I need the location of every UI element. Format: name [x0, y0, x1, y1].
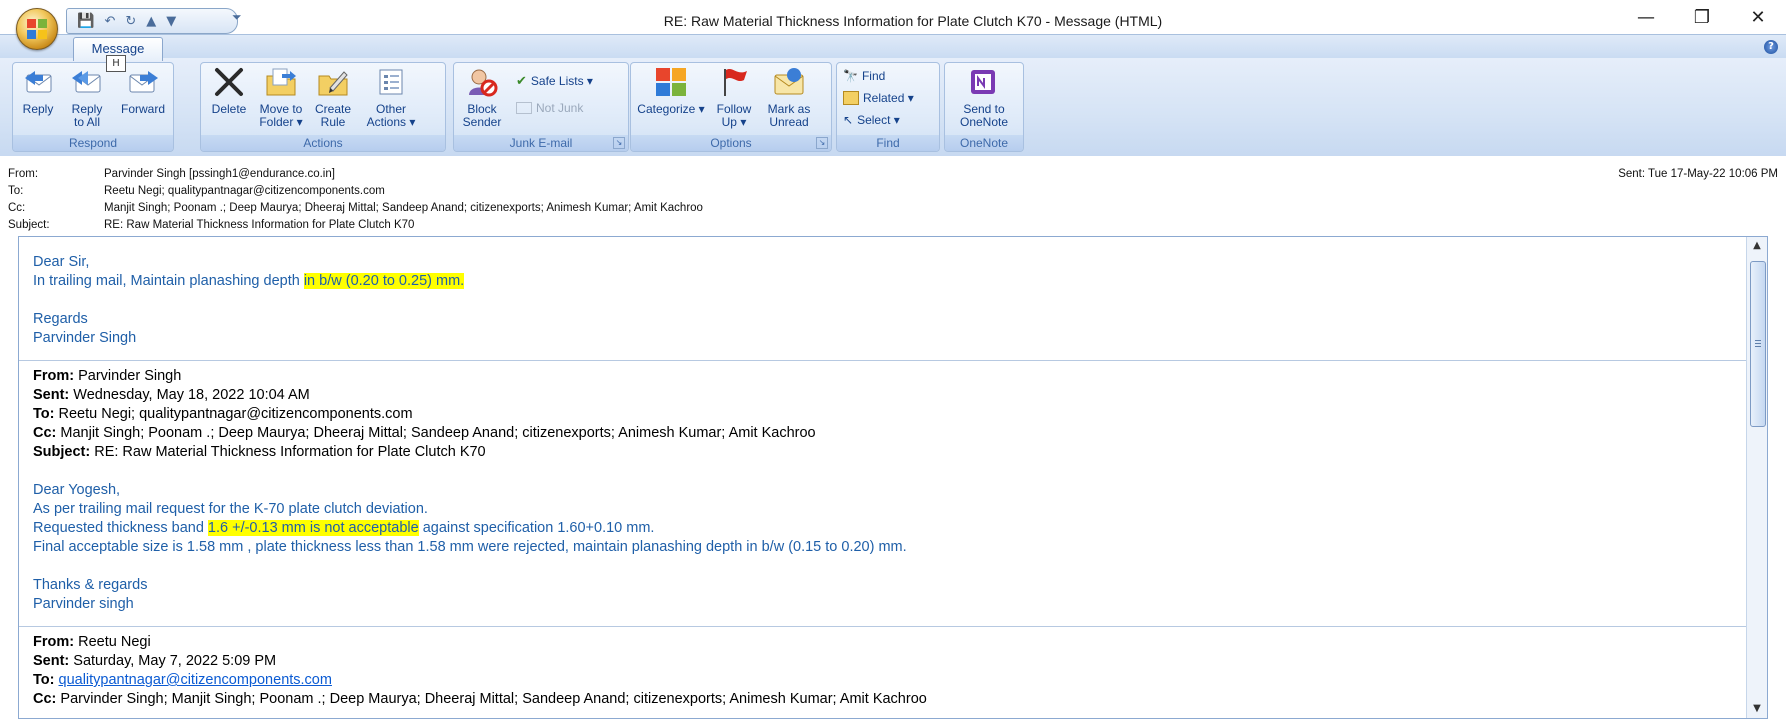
- move-to-folder-button[interactable]: Move to Folder ▾: [253, 65, 309, 129]
- not-junk-button[interactable]: Not Junk: [516, 101, 583, 115]
- to-label: To:: [8, 185, 24, 197]
- options-dialog-launcher-icon[interactable]: ↘: [816, 137, 828, 149]
- group-junk-label: Junk E-mail: [454, 135, 628, 151]
- greeting-2: Dear Yogesh,: [33, 482, 121, 498]
- body-line: In trailing mail, Maintain planashing de…: [33, 273, 465, 289]
- header-from-row: From: Parvinder Singh [pssingh1@endurance…: [8, 166, 335, 183]
- subject-value: RE: Raw Material Thickness Information f…: [104, 219, 415, 231]
- email-link[interactable]: qualitypantnagar@citizencomponents.com: [59, 672, 332, 688]
- categorize-button[interactable]: Categorize ▾: [635, 65, 707, 116]
- delete-icon: [211, 65, 247, 99]
- title-bar: 💾 ↶ ↻ ▲ ▼ ⏷ RE: Raw Material Thickness I…: [0, 0, 1786, 50]
- office-logo-icon: [27, 19, 47, 39]
- move-folder-icon: [263, 65, 299, 99]
- signature-name: Parvinder singh: [33, 596, 134, 612]
- quoted-header-2: From: Reetu Negi Sent: Saturday, May 7, …: [33, 634, 927, 707]
- other-actions-icon: [373, 65, 409, 99]
- scroll-down-icon[interactable]: ▼: [1747, 700, 1767, 718]
- group-actions-label: Actions: [201, 135, 445, 151]
- header-cc-row: Cc: Manjit Singh; Poonam .; Deep Maurya; …: [8, 200, 703, 217]
- cursor-icon: ↖: [843, 113, 854, 127]
- highlighted-text: 1.6 +/-0.13 mm is not acceptable: [207, 520, 419, 536]
- group-onenote: Send to OneNote OneNote: [944, 62, 1024, 152]
- office-button[interactable]: [16, 8, 58, 50]
- find-button[interactable]: 🔭 Find: [843, 69, 885, 83]
- binoculars-icon: 🔭: [843, 69, 858, 83]
- group-find: 🔭 Find Related ▾ ↖ Select ▾ Find: [836, 62, 940, 152]
- related-button[interactable]: Related ▾: [843, 91, 914, 105]
- body-line: Final acceptable size is 1.58 mm , plate…: [33, 539, 907, 555]
- mark-unread-button[interactable]: Mark as Unread: [761, 65, 817, 129]
- from-value[interactable]: Parvinder Singh [pssingh1@endurance.co.i…: [104, 168, 335, 180]
- safe-lists-icon: ✔: [516, 73, 527, 88]
- ribbon: Reply Reply to All Forward Respond Delet…: [0, 58, 1786, 157]
- minimize-icon[interactable]: —: [1618, 2, 1674, 32]
- window-title: RE: Raw Material Thickness Information f…: [663, 13, 1163, 29]
- other-actions-button[interactable]: Other Actions ▾: [361, 65, 421, 129]
- regards-line: Regards: [33, 311, 88, 327]
- keytip-badge: H: [106, 55, 126, 72]
- vertical-scrollbar[interactable]: ▲ ▼: [1746, 237, 1767, 718]
- signature-name: Parvinder Singh: [33, 330, 137, 346]
- body-line: As per trailing mail request for the K-7…: [33, 501, 428, 517]
- group-options: Categorize ▾ Follow Up ▾ Mark as Unread …: [630, 62, 832, 152]
- sent-date: Sent: Tue 17-May-22 10:06 PM: [1618, 168, 1778, 180]
- group-junk-email: Block Sender ✔ Safe Lists ▾ Not Junk Jun…: [453, 62, 629, 152]
- thanks-line: Thanks & regards: [33, 577, 148, 593]
- message-header: From: Parvinder Singh [pssingh1@endurance…: [0, 156, 1786, 232]
- junk-dialog-launcher-icon[interactable]: ↘: [613, 137, 625, 149]
- body-line: Requested thickness band 1.6 +/-0.13 mm …: [33, 520, 655, 536]
- reply-button[interactable]: Reply: [19, 65, 57, 116]
- group-onenote-label: OneNote: [945, 135, 1023, 151]
- scroll-thumb[interactable]: [1750, 261, 1766, 427]
- reply-all-icon: [69, 65, 105, 99]
- ribbon-tab-row: [0, 34, 1786, 59]
- header-subject-row: Subject: RE: Raw Material Thickness Infor…: [8, 217, 414, 234]
- restore-icon[interactable]: ❐: [1674, 2, 1730, 32]
- select-button[interactable]: ↖ Select ▾: [843, 113, 900, 127]
- subject-label: Subject:: [8, 219, 50, 231]
- close-icon[interactable]: ✕: [1730, 2, 1786, 32]
- forward-button[interactable]: Forward: [117, 65, 169, 116]
- create-rule-button[interactable]: Create Rule: [311, 65, 355, 129]
- not-junk-icon: [516, 102, 532, 114]
- mark-unread-icon: [771, 65, 807, 99]
- cc-value[interactable]: Manjit Singh; Poonam .; Deep Maurya; Dhe…: [104, 202, 703, 214]
- create-rule-icon: [315, 65, 351, 99]
- onenote-icon: [966, 65, 1002, 99]
- group-actions: Delete Move to Folder ▾ Create Rule Othe…: [200, 62, 446, 152]
- greeting-1: Dear Sir,: [33, 254, 90, 270]
- reply-all-button[interactable]: Reply to All: [67, 65, 107, 129]
- from-label: From:: [8, 168, 39, 180]
- highlighted-text: in b/w (0.20 to 0.25) mm.: [303, 273, 465, 289]
- reply-icon: [20, 65, 56, 99]
- group-respond: Reply Reply to All Forward Respond: [12, 62, 174, 152]
- to-value[interactable]: Reetu Negi; qualitypantnagar@citizencomp…: [104, 185, 385, 197]
- scroll-up-icon[interactable]: ▲: [1747, 237, 1767, 255]
- group-find-label: Find: [837, 135, 939, 151]
- window-controls: — ❐ ✕: [1618, 2, 1786, 32]
- block-sender-button[interactable]: Block Sender: [460, 65, 504, 129]
- send-to-onenote-button[interactable]: Send to OneNote: [951, 65, 1017, 129]
- help-icon[interactable]: ?: [1764, 40, 1778, 54]
- quoted-header-1: From: Parvinder Singh Sent: Wednesday, M…: [33, 368, 816, 460]
- safe-lists-button[interactable]: ✔ Safe Lists ▾: [516, 73, 593, 89]
- message-body[interactable]: Dear Sir, In trailing mail, Maintain pla…: [18, 236, 1768, 719]
- related-icon: [843, 91, 859, 105]
- message-content: Dear Sir, In trailing mail, Maintain pla…: [19, 253, 1747, 709]
- header-to-row: To: Reetu Negi; qualitypantnagar@citizenc…: [8, 183, 385, 200]
- categorize-icon: [653, 65, 689, 99]
- message-window: 💾 ↶ ↻ ▲ ▼ ⏷ RE: Raw Material Thickness I…: [0, 0, 1786, 723]
- cc-label: Cc:: [8, 202, 26, 214]
- block-sender-icon: [464, 65, 500, 99]
- forward-icon: [125, 65, 161, 99]
- follow-up-button[interactable]: Follow Up ▾: [709, 65, 759, 129]
- group-options-label: Options: [631, 135, 831, 151]
- delete-button[interactable]: Delete: [207, 65, 251, 116]
- group-respond-label: Respond: [13, 135, 173, 151]
- flag-icon: [716, 65, 752, 99]
